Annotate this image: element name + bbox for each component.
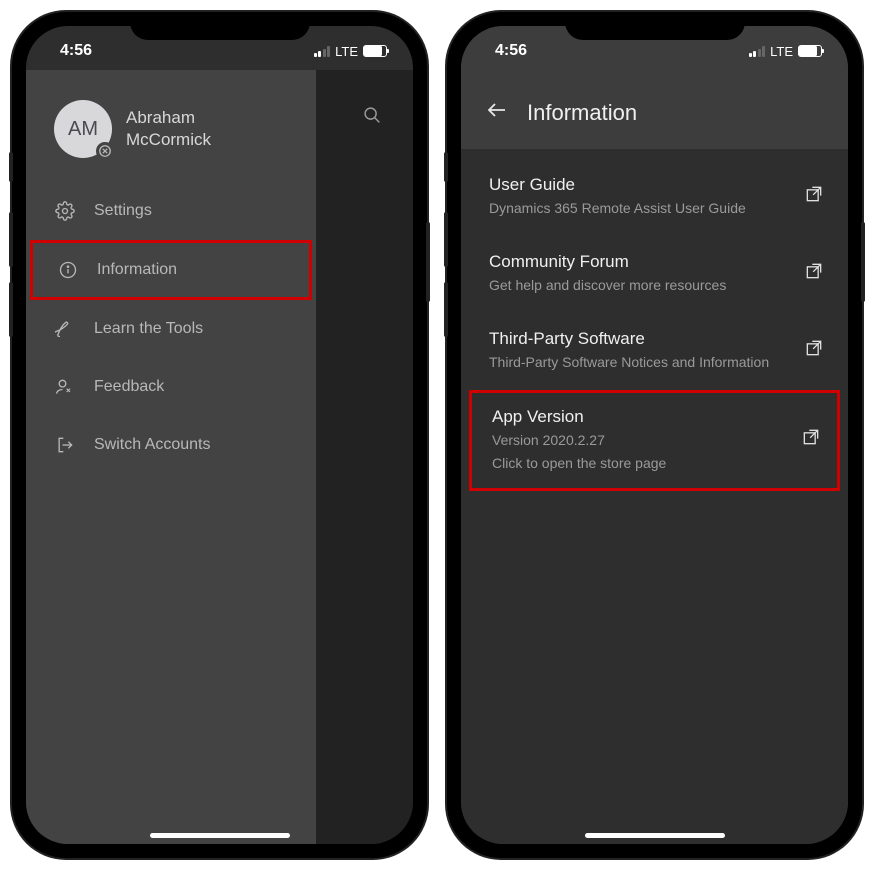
- info-list: User Guide Dynamics 365 Remote Assist Us…: [461, 149, 848, 501]
- user-name-first: Abraham: [126, 107, 211, 129]
- user-name-last: McCormick: [126, 129, 211, 151]
- info-icon: [57, 259, 79, 281]
- menu-item-learn[interactable]: Learn the Tools: [26, 300, 316, 358]
- menu-item-settings[interactable]: Settings: [26, 182, 316, 240]
- item-title: Community Forum: [489, 252, 792, 272]
- power-button: [861, 222, 865, 302]
- menu-label: Feedback: [94, 378, 164, 396]
- menu-item-information[interactable]: Information: [30, 240, 312, 300]
- avatar-initials: AM: [68, 118, 98, 141]
- screen-right: 4:56 LTE Information User Guide Dynamics…: [461, 26, 848, 844]
- avatar: AM: [54, 100, 112, 158]
- phone-left: 4:56 LTE AM Abraham McCo: [12, 12, 427, 858]
- power-button: [426, 222, 430, 302]
- menu-item-switch-accounts[interactable]: Switch Accounts: [26, 416, 316, 474]
- item-subtitle: Get help and discover more resources: [489, 276, 792, 295]
- external-link-icon: [804, 338, 824, 363]
- mute-switch: [444, 152, 448, 182]
- volume-up: [444, 212, 448, 267]
- menu-item-feedback[interactable]: Feedback: [26, 358, 316, 416]
- status-time: 4:56: [60, 42, 92, 60]
- item-title: User Guide: [489, 175, 792, 195]
- feedback-icon: [54, 376, 76, 398]
- signout-icon: [54, 434, 76, 456]
- item-subtitle-version: Version 2020.2.27: [492, 431, 789, 450]
- item-title: App Version: [492, 407, 789, 427]
- presence-badge-icon: [96, 142, 114, 160]
- profile-section[interactable]: AM Abraham McCormick: [26, 90, 316, 182]
- menu-label: Switch Accounts: [94, 436, 211, 454]
- status-right: LTE: [749, 44, 822, 59]
- list-item-community-forum[interactable]: Community Forum Get help and discover mo…: [461, 236, 848, 313]
- signal-icon: [314, 46, 331, 57]
- phone-right: 4:56 LTE Information User Guide Dynamics…: [447, 12, 862, 858]
- menu-label: Learn the Tools: [94, 320, 203, 338]
- menu-list: Settings Information Learn the Tools: [26, 182, 316, 474]
- search-icon[interactable]: [361, 104, 383, 131]
- item-subtitle: Dynamics 365 Remote Assist User Guide: [489, 199, 792, 218]
- page-header: Information: [461, 70, 848, 149]
- menu-label: Settings: [94, 202, 152, 220]
- menu-label: Information: [97, 261, 177, 279]
- gear-icon: [54, 200, 76, 222]
- page-title: Information: [527, 100, 637, 126]
- list-item-third-party[interactable]: Third-Party Software Third-Party Softwar…: [461, 313, 848, 390]
- external-link-icon: [804, 184, 824, 209]
- home-indicator[interactable]: [585, 833, 725, 838]
- status-bar: 4:56 LTE: [461, 26, 848, 70]
- external-link-icon: [804, 261, 824, 286]
- item-subtitle: Third-Party Software Notices and Informa…: [489, 353, 792, 372]
- user-name: Abraham McCormick: [126, 107, 211, 151]
- battery-icon: [798, 45, 822, 57]
- status-bar: 4:56 LTE: [26, 26, 413, 70]
- battery-icon: [363, 45, 387, 57]
- navigation-drawer: AM Abraham McCormick: [26, 70, 316, 844]
- home-indicator[interactable]: [150, 833, 290, 838]
- main-pane: [316, 70, 413, 844]
- volume-up: [9, 212, 13, 267]
- item-title: Third-Party Software: [489, 329, 792, 349]
- list-item-user-guide[interactable]: User Guide Dynamics 365 Remote Assist Us…: [461, 159, 848, 236]
- item-subtitle-hint: Click to open the store page: [492, 454, 789, 473]
- network-label: LTE: [770, 44, 793, 59]
- network-label: LTE: [335, 44, 358, 59]
- pen-icon: [54, 318, 76, 340]
- list-item-app-version[interactable]: App Version Version 2020.2.27 Click to o…: [469, 390, 840, 492]
- mute-switch: [9, 152, 13, 182]
- screen-left: 4:56 LTE AM Abraham McCo: [26, 26, 413, 844]
- status-time: 4:56: [495, 42, 527, 60]
- volume-down: [444, 282, 448, 337]
- external-link-icon: [801, 427, 821, 452]
- signal-icon: [749, 46, 766, 57]
- volume-down: [9, 282, 13, 337]
- status-right: LTE: [314, 44, 387, 59]
- back-button[interactable]: [485, 98, 509, 127]
